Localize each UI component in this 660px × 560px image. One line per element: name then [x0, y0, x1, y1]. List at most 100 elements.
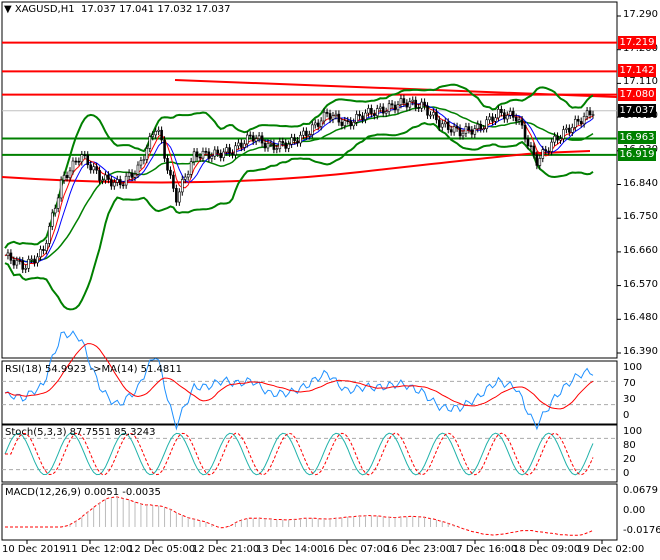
candle-body	[77, 160, 81, 163]
candle-body	[582, 116, 586, 125]
candle-body	[423, 101, 426, 107]
candle-body	[281, 141, 285, 144]
candle-body	[160, 129, 163, 141]
candle-body	[538, 158, 542, 166]
candle-body	[506, 114, 509, 120]
low-value: 17.032	[157, 4, 193, 15]
chart-canvas[interactable]	[0, 0, 660, 560]
candle-body	[178, 191, 181, 203]
candle-body	[511, 110, 515, 118]
candle-body	[337, 113, 341, 123]
candle-body	[302, 130, 305, 136]
candle-body	[175, 188, 178, 203]
price-tag: 17.219	[618, 35, 656, 49]
candle-body	[520, 119, 524, 126]
candle-body	[464, 126, 468, 134]
macd-tick: 0.0679	[623, 485, 658, 496]
candle-body	[387, 103, 391, 112]
candle-body	[361, 115, 364, 120]
candle-body	[293, 137, 296, 142]
price-tag: 17.080	[618, 87, 656, 101]
candle-body	[438, 119, 441, 128]
y-tick-label: 17.290	[623, 9, 658, 20]
candle-body	[568, 127, 571, 133]
stoch-line	[4, 432, 594, 476]
candle-body	[192, 151, 196, 162]
candle-body	[68, 170, 72, 179]
candle-body	[417, 107, 420, 109]
candle-body	[169, 169, 172, 176]
x-tick-label: 16 Dec 23:00	[385, 544, 453, 555]
candle-body	[21, 260, 25, 270]
candle-body	[248, 134, 252, 137]
close-value: 17.037	[195, 4, 231, 15]
candle-body	[553, 135, 556, 143]
candle-body	[115, 179, 119, 183]
x-tick-label: 12 Dec 05:00	[128, 544, 196, 555]
candle-body	[308, 134, 311, 137]
candle-body	[562, 129, 565, 139]
candle-body	[48, 226, 51, 244]
stoch-label: Stoch(5,3,3) 87.7551 85.3243	[5, 427, 156, 438]
candle-body	[145, 148, 149, 160]
rsi-label: RSI(18) 54.9923 ->MA(14) 51.4811	[5, 364, 182, 375]
candle-body	[310, 124, 314, 135]
candle-body	[269, 143, 273, 145]
candle-body	[27, 259, 30, 269]
candle-body	[228, 147, 231, 154]
candle-body	[482, 128, 485, 131]
candle-body	[98, 169, 101, 181]
candle-body	[573, 118, 577, 128]
candle-body	[367, 108, 370, 114]
x-tick-label: 10 Dec 2019	[2, 544, 66, 555]
candle-body	[497, 108, 500, 119]
candle-body	[18, 260, 22, 262]
candle-body	[113, 182, 116, 187]
candle-body	[535, 154, 539, 166]
candle-body	[56, 197, 60, 209]
candle-body	[559, 138, 562, 141]
panel-frame-0	[1, 1, 618, 359]
candle-body	[198, 156, 202, 159]
price-tag: 17.037	[618, 103, 656, 117]
candle-body	[260, 135, 264, 144]
candle-body	[204, 151, 208, 153]
candle-body	[163, 139, 166, 159]
high-value: 17.041	[119, 4, 155, 15]
candle-body	[71, 160, 75, 172]
y-tick-label: 16.660	[623, 244, 658, 256]
candle-body	[127, 172, 131, 177]
candle-body	[136, 164, 140, 175]
price-tag: 16.919	[618, 147, 656, 161]
candle-body	[508, 110, 512, 116]
candle-body	[429, 114, 432, 117]
candle-body	[201, 151, 205, 159]
candle-body	[296, 140, 299, 144]
candle-body	[257, 135, 261, 139]
ma-blue	[4, 102, 594, 264]
rsi-tick: 70	[623, 378, 636, 389]
rsi-line	[4, 330, 594, 431]
dropdown-arrow-icon[interactable]: ▼	[4, 4, 12, 15]
candle-body	[588, 110, 592, 116]
candle-body	[452, 126, 456, 133]
candle-body	[92, 166, 95, 171]
candle-body	[411, 99, 415, 102]
price-tag: 17.142	[618, 64, 656, 78]
candle-body	[514, 117, 518, 122]
candle-body	[517, 119, 521, 122]
candle-body	[591, 114, 595, 116]
candle-body	[157, 129, 160, 132]
candle-body	[405, 102, 409, 108]
candle-body	[316, 122, 320, 127]
candle-body	[148, 136, 152, 149]
candle-body	[254, 138, 258, 142]
y-tick-label: 16.570	[623, 278, 658, 290]
bollinger-lower	[4, 122, 594, 311]
candle-body	[231, 152, 234, 156]
y-tick-label: 16.750	[623, 211, 658, 223]
candle-body	[576, 118, 580, 122]
stoch-tick: 20	[623, 454, 636, 465]
candle-body	[352, 122, 355, 127]
candle-body	[243, 143, 246, 148]
